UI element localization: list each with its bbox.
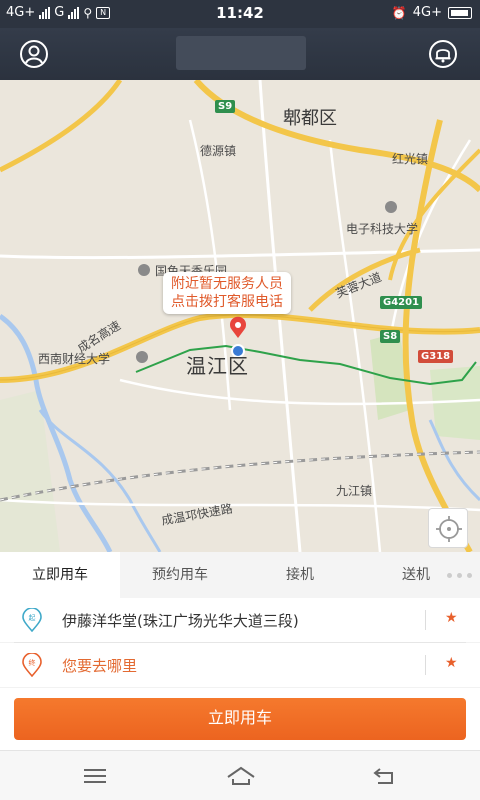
svg-text:终: 终 (29, 658, 36, 667)
header-title-placeholder (176, 36, 306, 70)
origin-divider (425, 610, 426, 630)
map-label-hongguang: 红光镇 (392, 152, 429, 166)
road-shield-s9: S9 (215, 100, 236, 113)
app-screen: 4G+ G ⚲ N 11:42 ⏰ 4G+ 郫都区 德源镇 红光镇 电子科技大学… (0, 0, 480, 800)
alarm-icon: ⏰ (391, 5, 407, 20)
road-shield-g4201: G4201 (380, 296, 423, 309)
status-bar: 4G+ G ⚲ N 11:42 ⏰ 4G+ (0, 0, 480, 28)
destination-favorite-star-icon[interactable]: ★ (445, 655, 458, 671)
menu-icon[interactable] (82, 765, 108, 787)
service-tabs: 立即用车 预约用车 接机 送机 (0, 552, 480, 598)
system-nav-bar (0, 750, 480, 800)
tab-reserve[interactable]: 预约用车 (120, 552, 240, 598)
destination-divider (425, 655, 426, 675)
map-label-jiujiang: 九江镇 (336, 484, 373, 498)
map-label-pixian: 郫都区 (283, 108, 337, 129)
network-type-right: 4G+ (412, 5, 442, 20)
road-shield-s8: S8 (380, 330, 401, 343)
tab-immediate[interactable]: 立即用车 (0, 552, 120, 598)
destination-input[interactable]: 您要去哪里 (62, 655, 137, 676)
back-icon[interactable] (372, 765, 398, 787)
origin-row[interactable]: 起 伊藤洋华堂(珠江广场光华大道三段) ★ (0, 598, 480, 642)
no-service-popup[interactable]: 附近暂无服务人员 点击拨打客服电话 (163, 272, 291, 314)
origin-favorite-star-icon[interactable]: ★ (445, 610, 458, 626)
svg-text:起: 起 (29, 614, 36, 622)
road-shield-g318: G318 (418, 350, 454, 363)
popup-line-1: 附近暂无服务人员 (171, 276, 283, 292)
popup-line-2: 点击拨打客服电话 (171, 294, 283, 310)
cta-area: 立即用车 (0, 688, 480, 750)
map-label-deyuan: 德源镇 (200, 144, 237, 158)
map-label-swufe: 西南财经大学 (38, 352, 111, 366)
map-label-wenjiang: 温江区 (186, 354, 249, 378)
origin-address[interactable]: 伊藤洋华堂(珠江广场光华大道三段) (62, 610, 299, 631)
bell-icon[interactable] (428, 39, 458, 69)
map-label-uestc: 电子科技大学 (346, 222, 419, 236)
home-icon[interactable] (226, 765, 256, 787)
app-header (0, 28, 480, 80)
tab-airport-pickup[interactable]: 接机 (240, 552, 360, 598)
battery-icon (448, 6, 472, 19)
user-circle-icon[interactable] (19, 39, 49, 69)
more-tabs-dots (447, 573, 472, 578)
call-car-button[interactable]: 立即用车 (14, 698, 466, 740)
destination-pin-icon: 终 (21, 652, 43, 678)
origin-pin-icon: 起 (21, 607, 43, 633)
destination-row[interactable]: 终 您要去哪里 ★ (0, 643, 480, 687)
map-view[interactable]: 郫都区 德源镇 红光镇 电子科技大学 国色天香乐园 芙蓉大道 成名高速 西南财经… (0, 80, 480, 552)
status-right: ⏰ 4G+ (392, 5, 472, 20)
locate-crosshair-icon[interactable] (428, 508, 468, 548)
